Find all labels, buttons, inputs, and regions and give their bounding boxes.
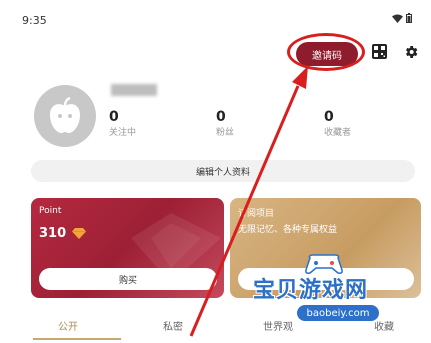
status-time: 9:35	[22, 14, 47, 27]
tab-worldview[interactable]: 世界观	[263, 318, 293, 333]
active-tab-indicator	[33, 338, 121, 340]
tab-public[interactable]: 公开	[58, 318, 78, 333]
gear-icon[interactable]	[403, 44, 419, 60]
stat-following-value: 0	[109, 109, 119, 125]
stat-collectors-label: 收藏者	[324, 128, 352, 138]
buy-button[interactable]: 购买	[39, 268, 217, 290]
annotation-highlight	[287, 33, 365, 71]
points-row: 310	[39, 226, 87, 241]
points-value: 310	[39, 226, 67, 241]
stat-fans[interactable]: 0 粉丝	[216, 109, 234, 138]
stat-collectors[interactable]: 0 收藏者	[324, 109, 351, 138]
watermark-url: baobeiy.com	[297, 305, 379, 321]
edit-profile-button[interactable]: 编辑个人资料	[31, 160, 415, 182]
subscription-title: 订阅项目	[238, 209, 275, 219]
stat-following[interactable]: 0 关注中	[109, 109, 136, 138]
stat-collectors-value: 0	[324, 109, 334, 125]
apple-avatar-icon	[50, 97, 80, 133]
watermark-logo-text: 宝贝游戏网	[253, 278, 369, 303]
battery-icon	[406, 13, 412, 23]
username-blurred	[111, 84, 157, 96]
avatar[interactable]	[34, 85, 96, 147]
tab-private[interactable]: 私密	[163, 318, 183, 333]
stat-fans-value: 0	[216, 109, 226, 125]
status-icons	[392, 13, 412, 23]
diamond-icon	[72, 228, 87, 239]
point-title: Point	[39, 206, 62, 216]
stat-following-label: 关注中	[109, 128, 137, 138]
wifi-icon	[392, 14, 403, 23]
qr-code-icon[interactable]	[372, 44, 387, 59]
subscription-subtitle: 无限记忆、各种专属权益	[238, 225, 338, 235]
tab-favorites[interactable]: 收藏	[374, 318, 394, 333]
stat-fans-label: 粉丝	[216, 128, 235, 138]
